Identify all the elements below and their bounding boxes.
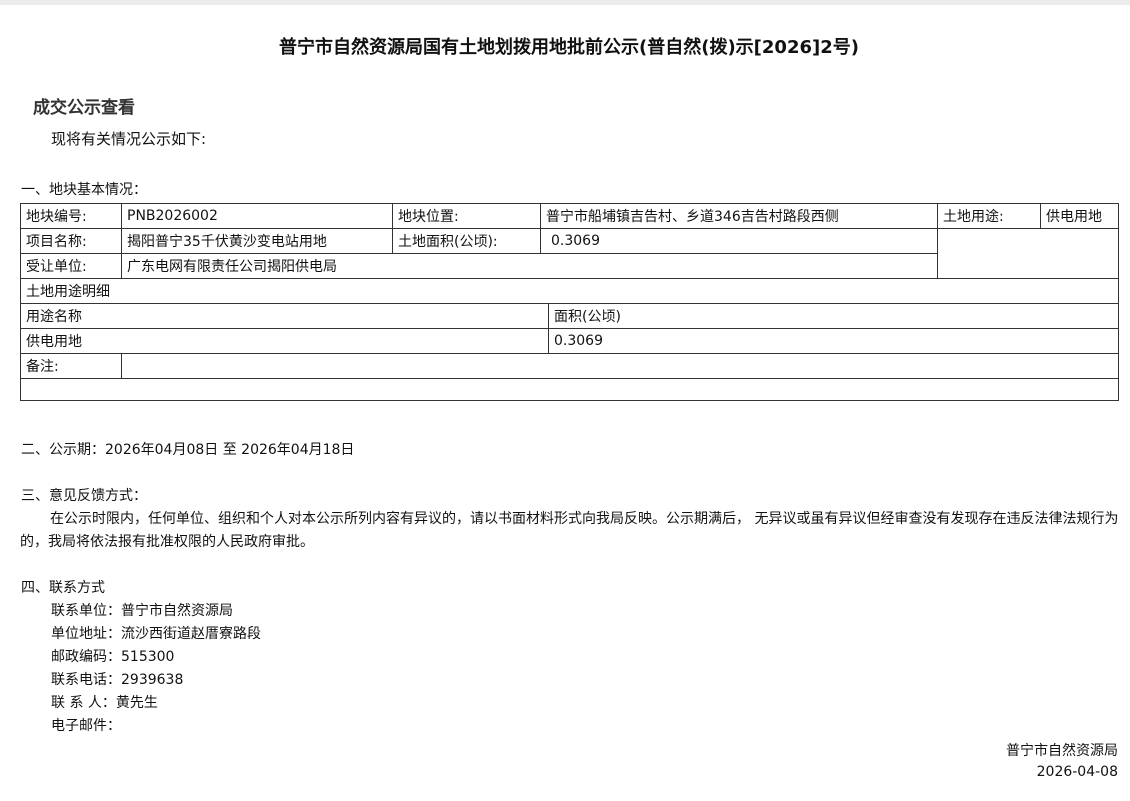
contact-postcode: 邮政编码：515300: [51, 649, 175, 665]
contact-person: 联 系 人：黄先生: [51, 695, 158, 711]
table-row: 供电用地 0.3069: [20, 328, 1120, 354]
area-value: 0.3069: [539, 228, 939, 254]
contact-email: 电子邮件：: [51, 718, 121, 734]
use-area-header: 面积(公顷): [547, 303, 1120, 329]
contact-title: 四、联系方式: [21, 580, 105, 596]
signature-org: 普宁市自然资源局: [1006, 743, 1118, 759]
table-row: 备注:: [20, 353, 1120, 379]
parcel-no-label: 地块编号:: [20, 203, 122, 229]
page-title: 普宁市自然资源局国有土地划拨用地批前公示(普自然(拨)示[2026]2号): [279, 37, 859, 58]
contact-unit: 联系单位：普宁市自然资源局: [51, 603, 233, 619]
section1-title: 一、地块基本情况：: [21, 182, 147, 198]
use-area-cell: 0.3069: [547, 328, 1120, 354]
signature-date: 2026-04-08: [1036, 764, 1118, 780]
use-detail-header: 土地用途明细: [19, 278, 1120, 304]
table-row: 地块编号: PNB2026002 地块位置: 普宁市船埔镇吉告村、乡道346吉告…: [20, 203, 1120, 229]
empty-cell: [19, 378, 1120, 401]
table-row: [19, 378, 1120, 401]
remarks-value: [120, 353, 1120, 379]
table-row: 项目名称: 揭阳普宁35千伏黄沙变电站用地 土地面积(公顷): 0.3069: [20, 228, 1120, 279]
location-value: 普宁市船埔镇吉告村、乡道346吉告村路段西侧: [539, 203, 939, 229]
contact-list: 联系单位：普宁市自然资源局 单位地址：流沙西街道赵厝寮路段 邮政编码：51530…: [51, 600, 261, 738]
intro-text: 现将有关情况公示如下:: [51, 130, 207, 148]
feedback-body: 在公示时限内，任何单位、组织和个人对本公示所列内容有异议的，请以书面材料形式向我…: [20, 511, 1119, 550]
project-label: 项目名称:: [20, 228, 122, 254]
contact-phone: 联系电话：2939638: [51, 672, 184, 688]
area-label: 土地面积(公顷):: [392, 228, 541, 254]
remarks-label: 备注:: [20, 353, 122, 379]
blank-cell: [937, 228, 1120, 279]
table-row: 用途名称 面积(公顷): [20, 303, 1120, 329]
feedback-title: 三、意见反馈方式：: [21, 488, 147, 504]
table-row: 土地用途明细: [19, 278, 1120, 304]
location-label: 地块位置:: [392, 203, 541, 229]
grantee-label: 受让单位:: [20, 253, 122, 279]
use-name-header: 用途名称: [20, 303, 549, 329]
parcel-no-value: PNB2026002: [121, 203, 393, 229]
parcel-info-table: 地块编号: PNB2026002 地块位置: 普宁市船埔镇吉告村、乡道346吉告…: [19, 203, 1120, 401]
use-name-cell: 供电用地: [20, 328, 549, 354]
top-border: [0, 0, 1130, 5]
grantee-value: 广东电网有限责任公司揭阳供电局: [120, 253, 939, 279]
contact-address: 单位地址：流沙西街道赵厝寮路段: [51, 626, 261, 642]
land-use-value: 供电用地: [1040, 203, 1120, 229]
publicity-period: 二、公示期：2026年04月08日 至 2026年04月18日: [21, 442, 355, 458]
section-heading: 成交公示查看: [33, 98, 135, 118]
project-value: 揭阳普宁35千伏黄沙变电站用地: [121, 228, 393, 254]
land-use-label: 土地用途:: [937, 203, 1042, 229]
